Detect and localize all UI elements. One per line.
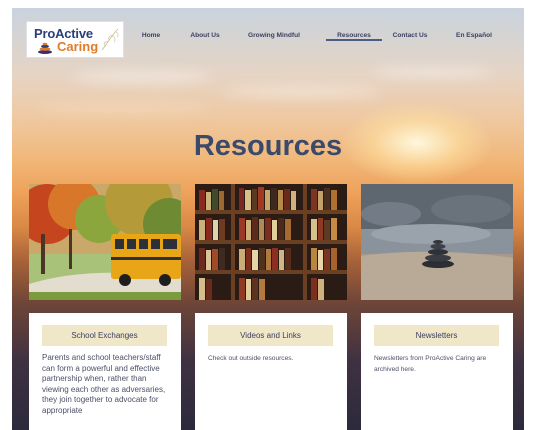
cloud [222, 86, 382, 98]
nav-contact-us[interactable]: Contact Us [386, 27, 434, 45]
cloud [72, 70, 212, 84]
school-bus-photo[interactable] [29, 184, 181, 300]
cloud [32, 103, 212, 113]
card-text-videos-and-links: Check out outside resources. [208, 355, 294, 362]
card-newsletters[interactable]: Newsletters Newsletters from ProActive C… [361, 313, 513, 430]
card-videos-and-links[interactable]: Videos and Links Check out outside resou… [195, 313, 347, 430]
card-text-newsletters: Newsletters from ProActive Caring are ar… [374, 355, 487, 373]
card-title-newsletters[interactable]: Newsletters [374, 325, 499, 346]
card-school-exchanges[interactable]: School Exchanges Parents and school teac… [29, 313, 181, 430]
nav-en-espanol[interactable]: En Español [448, 27, 500, 45]
card-title-videos-and-links[interactable]: Videos and Links [208, 325, 333, 346]
nav-about-us[interactable]: About Us [183, 27, 227, 45]
main-nav: Home About Us Growing Mindful Resources … [12, 27, 524, 45]
cloud [372, 66, 492, 78]
nav-home[interactable]: Home [130, 27, 172, 45]
bookshelf-photo[interactable] [195, 184, 347, 300]
card-title-school-exchanges[interactable]: School Exchanges [42, 325, 167, 346]
nav-growing-mindful[interactable]: Growing Mindful [242, 27, 306, 45]
card-text-school-exchanges: Parents and school teachers/staff can fo… [42, 353, 166, 415]
nav-resources[interactable]: Resources [326, 27, 382, 45]
stacked-stones-photo[interactable] [361, 184, 513, 300]
page-title: Resources [193, 130, 343, 162]
hero-background: ProActive Caring Home About Us Growing M… [12, 8, 524, 430]
